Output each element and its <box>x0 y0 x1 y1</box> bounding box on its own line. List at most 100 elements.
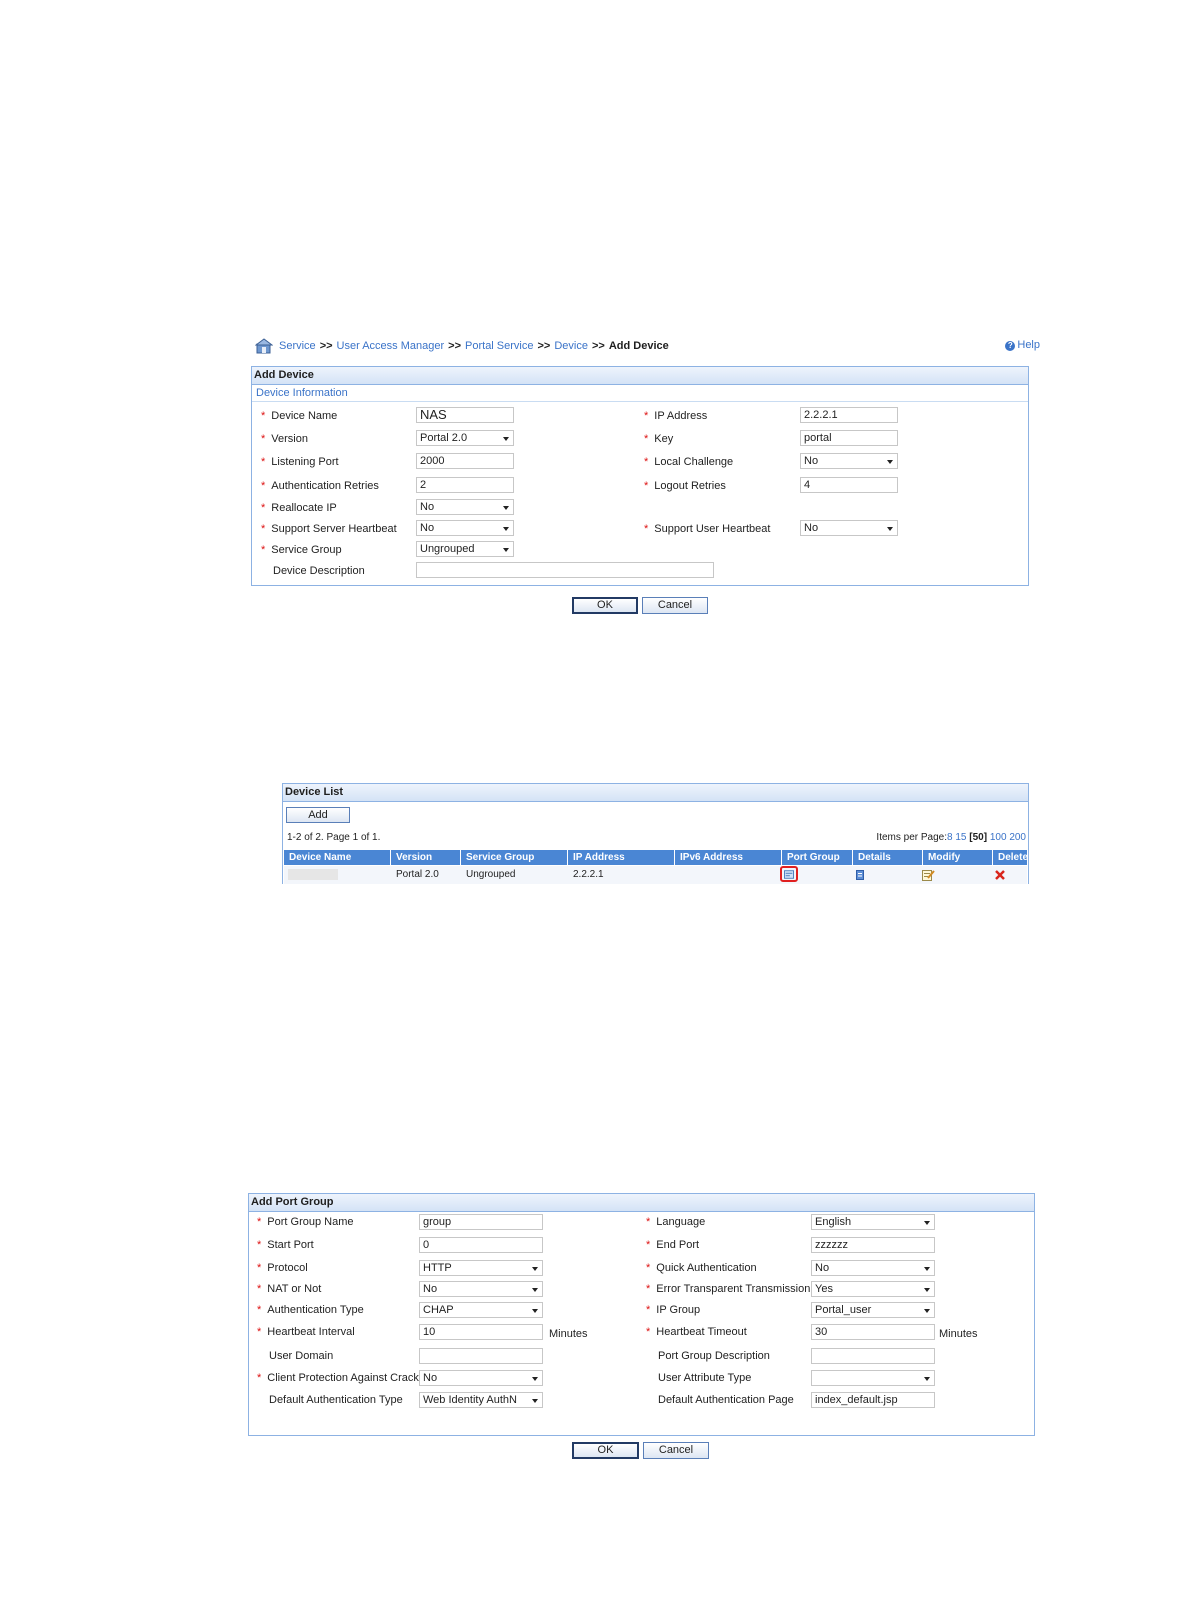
ip-group-select[interactable]: Portal_user <box>811 1302 935 1318</box>
ip-group-label: * IP Group <box>646 1304 701 1316</box>
breadcrumb-service[interactable]: Service <box>279 340 316 352</box>
user-attribute-type-label: User Attribute Type <box>658 1372 752 1384</box>
column-port-group: Port Group <box>782 850 853 865</box>
device-name-cell[interactable] <box>288 869 338 880</box>
chevron-down-icon <box>924 1309 930 1313</box>
client-protection-select[interactable]: No <box>419 1370 543 1386</box>
help-icon: ? <box>1005 341 1016 351</box>
listening-port-input[interactable]: 2000 <box>416 453 514 469</box>
breadcrumb-device[interactable]: Device <box>554 340 588 352</box>
ip-address-input[interactable]: 2.2.2.1 <box>800 407 898 423</box>
user-domain-input[interactable] <box>419 1348 543 1364</box>
default-authentication-type-label: Default Authentication Type <box>269 1394 403 1406</box>
chevron-down-icon <box>532 1399 538 1403</box>
heartbeat-timeout-input[interactable]: 30 <box>811 1324 935 1340</box>
logout-retries-input[interactable]: 4 <box>800 477 898 493</box>
key-input[interactable]: portal <box>800 430 898 446</box>
add-device-button[interactable]: Add <box>286 807 350 823</box>
breadcrumb: Service >> User Access Manager >> Portal Ser… <box>255 338 1040 356</box>
chevron-down-icon <box>503 527 509 531</box>
page-size-15[interactable]: 15 <box>955 832 966 843</box>
error-transparent-transmission-select[interactable]: Yes <box>811 1281 935 1297</box>
add-device-cancel-button[interactable]: Cancel <box>642 597 708 614</box>
support-user-heartbeat-select[interactable]: No <box>800 520 898 536</box>
default-authentication-type-select[interactable]: Web Identity AuthN <box>419 1392 543 1408</box>
reallocate-ip-label: * Reallocate IP <box>261 502 337 514</box>
protocol-select[interactable]: HTTP <box>419 1260 543 1276</box>
chevron-down-icon <box>532 1288 538 1292</box>
add-port-group-ok-button[interactable]: OK <box>572 1442 639 1459</box>
add-port-group-cancel-button[interactable]: Cancel <box>643 1442 709 1459</box>
default-authentication-page-label: Default Authentication Page <box>658 1394 794 1406</box>
column-ipv6-address[interactable]: IPv6 Address <box>675 850 782 865</box>
details-icon[interactable] <box>856 870 864 880</box>
nat-select[interactable]: No <box>419 1281 543 1297</box>
table-header: Device Name Version Service Group IP Add… <box>284 850 1028 865</box>
page-size-200[interactable]: 200 <box>1009 832 1026 843</box>
end-port-input[interactable]: zzzzzz <box>811 1237 935 1253</box>
column-service-group[interactable]: Service Group <box>461 850 568 865</box>
page-size-8[interactable]: 8 <box>947 832 953 843</box>
support-server-heartbeat-select[interactable]: No <box>416 520 514 536</box>
port-group-name-input[interactable]: group <box>419 1214 543 1230</box>
column-device-name[interactable]: Device Name <box>284 850 391 865</box>
delete-icon[interactable] <box>995 870 1005 880</box>
end-port-label: * End Port <box>646 1239 700 1251</box>
user-attribute-type-select[interactable] <box>811 1370 935 1386</box>
version-label: * Version <box>261 433 308 445</box>
reallocate-ip-select[interactable]: No <box>416 499 514 515</box>
error-transparent-transmission-label: * Error Transparent Transmission <box>646 1283 811 1295</box>
heartbeat-interval-unit: Minutes <box>549 1328 588 1340</box>
authentication-retries-input[interactable]: 2 <box>416 477 514 493</box>
port-group-description-input[interactable] <box>811 1348 935 1364</box>
device-name-input[interactable]: NAS <box>416 407 514 423</box>
version-select[interactable]: Portal 2.0 <box>416 430 514 446</box>
authentication-type-label: * Authentication Type <box>257 1304 364 1316</box>
logout-retries-label: * Logout Retries <box>644 480 726 492</box>
page-size-100[interactable]: 100 <box>990 832 1007 843</box>
pagination-summary: 1-2 of 2. Page 1 of 1. <box>287 832 381 843</box>
device-name-label: * Device Name <box>261 410 338 422</box>
language-label: * Language <box>646 1216 706 1228</box>
support-server-heartbeat-label: * Support Server Heartbeat <box>261 523 397 535</box>
chevron-down-icon <box>532 1309 538 1313</box>
quick-authentication-select[interactable]: No <box>811 1260 935 1276</box>
add-device-panel: Add Device Device Information * Device Na… <box>251 366 1029 586</box>
breadcrumb-portal-service[interactable]: Portal Service <box>465 340 533 352</box>
add-device-ok-button[interactable]: OK <box>572 597 638 614</box>
start-port-input[interactable]: 0 <box>419 1237 543 1253</box>
port-group-icon <box>784 870 794 879</box>
heartbeat-timeout-label: * Heartbeat Timeout <box>646 1326 747 1338</box>
chevron-down-icon <box>924 1377 930 1381</box>
heartbeat-timeout-unit: Minutes <box>939 1328 978 1340</box>
device-list-title: Device List <box>283 784 1028 802</box>
service-group-label: * Service Group <box>261 544 342 556</box>
default-authentication-page-input[interactable]: index_default.jsp <box>811 1392 935 1408</box>
help-link[interactable]: ? Help <box>1005 339 1040 351</box>
listening-port-label: * Listening Port <box>261 456 339 468</box>
heartbeat-interval-input[interactable]: 10 <box>419 1324 543 1340</box>
items-per-page-label: Items per Page: <box>876 832 948 843</box>
service-group-cell: Ungrouped <box>466 869 516 880</box>
service-group-select[interactable]: Ungrouped <box>416 541 514 557</box>
column-ip-address[interactable]: IP Address <box>568 850 675 865</box>
language-select[interactable]: English <box>811 1214 935 1230</box>
ip-address-label: * IP Address <box>644 410 708 422</box>
chevron-down-icon <box>532 1267 538 1271</box>
chevron-down-icon <box>887 527 893 531</box>
table-row: Portal 2.0 Ungrouped 2.2.2.1 <box>284 866 1027 884</box>
authentication-type-select[interactable]: CHAP <box>419 1302 543 1318</box>
chevron-down-icon <box>887 460 893 464</box>
local-challenge-label: * Local Challenge <box>644 456 734 468</box>
column-version[interactable]: Version <box>391 850 461 865</box>
nat-label: * NAT or Not <box>257 1283 322 1295</box>
local-challenge-select[interactable]: No <box>800 453 898 469</box>
modify-icon[interactable] <box>922 869 935 881</box>
port-group-button[interactable] <box>780 866 798 882</box>
help-label: Help <box>1017 339 1040 351</box>
breadcrumb-user-access-manager[interactable]: User Access Manager <box>337 340 445 352</box>
device-description-label: Device Description <box>273 565 365 577</box>
device-description-input[interactable] <box>416 562 714 578</box>
chevron-down-icon <box>924 1221 930 1225</box>
add-device-title: Add Device <box>252 367 1028 385</box>
